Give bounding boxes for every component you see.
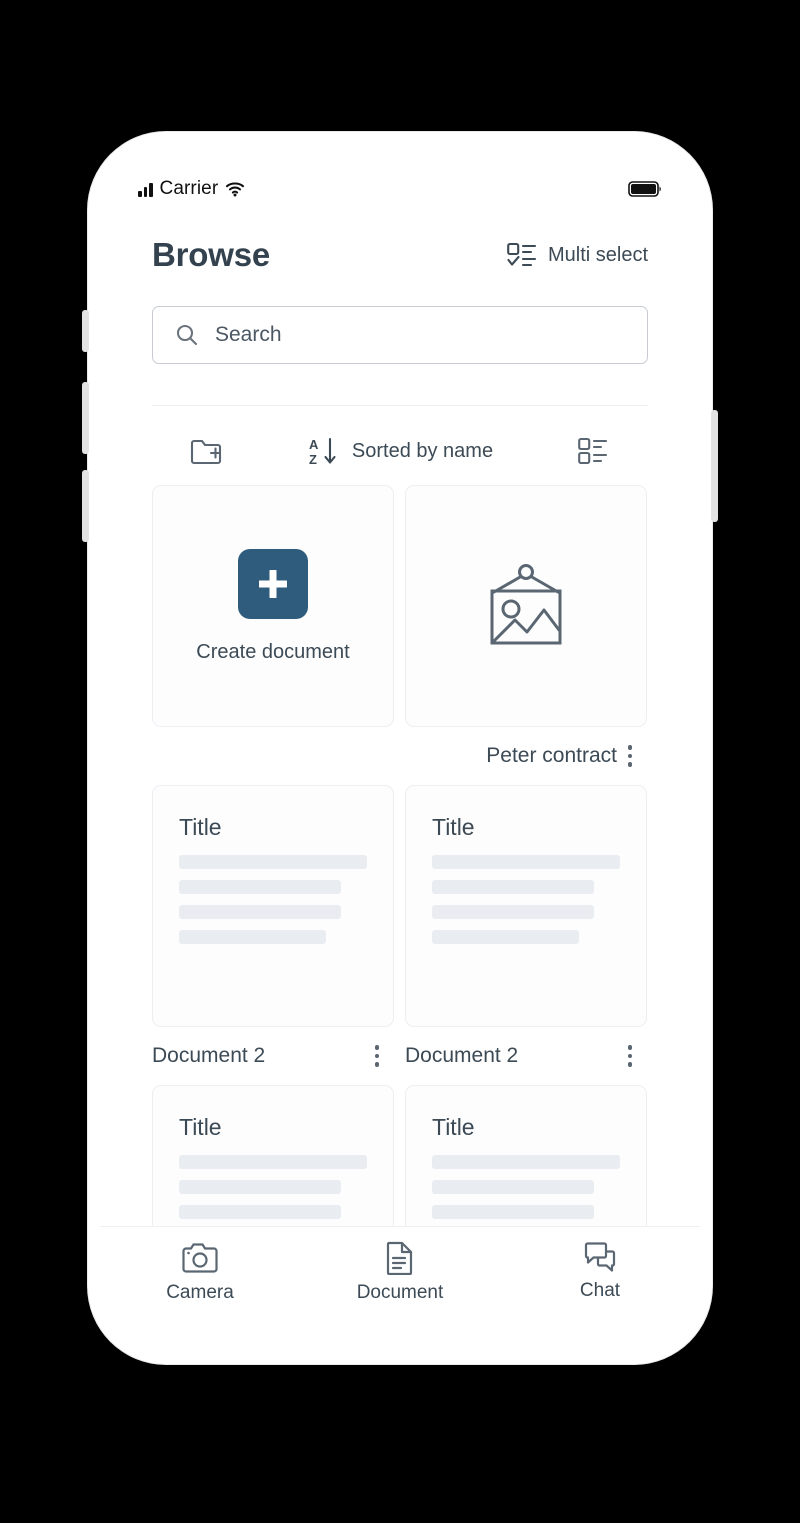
- tab-label: Chat: [579, 1280, 621, 1301]
- new-folder-button[interactable]: [152, 436, 262, 466]
- skeleton-line: [432, 930, 579, 944]
- multi-select-button[interactable]: Multi select: [507, 242, 648, 268]
- plus-tile: [238, 548, 308, 619]
- create-document-card[interactable]: Create document: [152, 485, 394, 727]
- grid-cell: Peter contract: [405, 485, 647, 785]
- document-preview-title: Title: [179, 814, 222, 840]
- search-icon: [175, 323, 199, 347]
- browse-grid: Create document Peter contract Title Doc…: [152, 485, 648, 1327]
- search-input[interactable]: Search: [152, 306, 648, 364]
- page-title: Browse: [152, 236, 271, 273]
- multi-select-icon: [507, 242, 537, 268]
- list-view-icon: [578, 437, 608, 465]
- skeleton-line: [179, 880, 341, 894]
- svg-text:A: A: [309, 437, 319, 452]
- phone-screen: Carrier Browse Multi select Search A Z S…: [100, 158, 700, 1342]
- tab-label: Camera: [166, 1282, 234, 1303]
- create-document-label: Create document: [196, 640, 350, 663]
- battery-full-icon: [628, 180, 662, 198]
- grid-cell: Title Document 2: [152, 785, 394, 1085]
- skeleton-line: [179, 905, 341, 919]
- skeleton-line: [179, 1180, 341, 1194]
- skeleton-line: [432, 1205, 594, 1219]
- item-menu-button[interactable]: [364, 1041, 390, 1071]
- document-card[interactable]: Title: [152, 785, 394, 1027]
- signal-bars-icon: [138, 182, 153, 197]
- image-document-card[interactable]: [405, 485, 647, 727]
- header-divider: [152, 405, 648, 406]
- sort-label: Sorted by name: [351, 439, 494, 462]
- skeleton-line: [432, 855, 620, 869]
- status-bar-left: Carrier: [138, 178, 245, 200]
- caption-row: Document 2: [152, 1027, 394, 1085]
- caption-label: Peter contract: [486, 744, 617, 767]
- grid-cell: Create document: [152, 485, 394, 785]
- volume-down-button[interactable]: [82, 470, 89, 542]
- carrier-label: Carrier: [159, 178, 219, 199]
- caption-row: Document 2: [405, 1027, 647, 1085]
- caption-row: Peter contract: [405, 727, 647, 785]
- picture-frame-icon: [474, 558, 578, 654]
- view-toggle-button[interactable]: [538, 437, 648, 465]
- search-placeholder: Search: [215, 323, 282, 346]
- app-header: Browse Multi select: [100, 236, 700, 274]
- power-button[interactable]: [711, 410, 718, 522]
- document-preview-title: Title: [179, 1114, 222, 1140]
- camera-icon: [181, 1241, 219, 1275]
- document-preview-title: Title: [432, 1114, 475, 1140]
- multi-select-label: Multi select: [547, 243, 648, 266]
- status-bar: Carrier: [100, 172, 700, 206]
- item-menu-button[interactable]: [617, 741, 643, 771]
- volume-up-button[interactable]: [82, 382, 89, 454]
- svg-text:Z: Z: [309, 452, 317, 467]
- skeleton-line: [179, 930, 326, 944]
- chat-bubbles-icon: [583, 1241, 617, 1273]
- skeleton-line: [179, 1205, 341, 1219]
- document-card[interactable]: Title: [405, 785, 647, 1027]
- browse-toolbar: A Z Sorted by name: [152, 424, 648, 478]
- skeleton-line: [179, 1155, 367, 1169]
- skeleton-line: [432, 880, 594, 894]
- sort-button[interactable]: A Z Sorted by name: [262, 435, 538, 467]
- caption-row: [152, 727, 394, 785]
- skeleton-line: [432, 905, 594, 919]
- caption-label: Document 2: [405, 1044, 519, 1067]
- document-icon: [385, 1241, 415, 1275]
- tab-document[interactable]: Document: [300, 1241, 500, 1304]
- plus-icon: [253, 564, 293, 604]
- skeleton-line: [432, 1180, 594, 1194]
- tab-label: Document: [356, 1282, 444, 1303]
- skeleton-line: [179, 855, 367, 869]
- mute-switch-button[interactable]: [82, 310, 89, 352]
- caption-label: Document 2: [152, 1044, 266, 1067]
- bottom-tab-bar: Camera Document Chat: [100, 1226, 700, 1342]
- skeleton-line: [432, 1155, 620, 1169]
- document-preview-title: Title: [432, 814, 475, 840]
- grid-cell: Title Document 2: [405, 785, 647, 1085]
- new-folder-icon: [190, 436, 224, 466]
- tab-camera[interactable]: Camera: [100, 1241, 300, 1304]
- tab-chat[interactable]: Chat: [500, 1241, 700, 1302]
- sort-az-descending-icon: A Z: [307, 435, 339, 467]
- wifi-icon: [225, 181, 245, 197]
- item-menu-button[interactable]: [617, 1041, 643, 1071]
- screenshot-root: Carrier Browse Multi select Search A Z S…: [0, 0, 800, 1523]
